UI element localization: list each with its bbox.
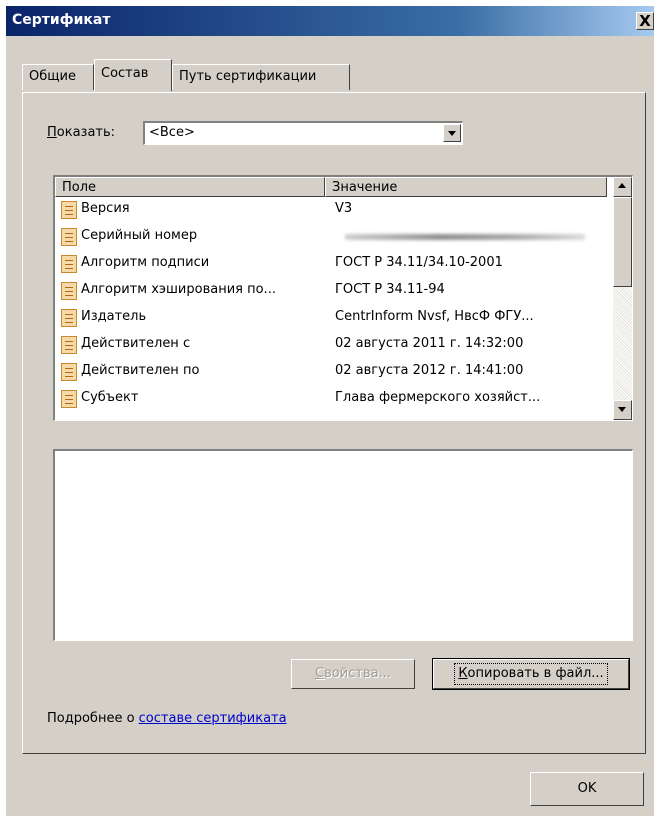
show-filter-value: <Все> <box>149 125 195 140</box>
field-name: Субъект <box>81 390 139 405</box>
copy-to-file-button[interactable]: Копировать в файл... <box>432 658 630 690</box>
field-name: Алгоритм хэширования по... <box>81 282 276 297</box>
focus-rectangle: Копировать в файл... <box>454 663 608 685</box>
chevron-down-icon <box>448 131 456 136</box>
field-name: Алгоритм подписи <box>81 255 210 270</box>
tab-details[interactable]: Состав <box>94 59 172 91</box>
certificate-details-link[interactable]: составе сертификата <box>139 711 287 726</box>
column-header-value[interactable]: Значение <box>325 177 607 197</box>
column-header-field[interactable]: Поле <box>55 177 325 197</box>
arrow-up-icon <box>618 183 626 188</box>
list-rows: Версия V3 Серийный номер Алгоритм подпис… <box>55 197 607 413</box>
show-label: Показать: <box>47 125 116 140</box>
scroll-down-button[interactable] <box>613 400 632 420</box>
details-panel: Показать: <Все> Поле Значение Версия V3 <box>22 92 646 754</box>
list-item[interactable]: Алгоритм хэширования по... ГОСТ Р 34.11-… <box>55 278 607 305</box>
field-name: Версия <box>81 201 130 216</box>
field-icon <box>61 309 77 327</box>
ok-button[interactable]: OK <box>530 772 644 806</box>
vertical-scrollbar[interactable] <box>613 177 632 420</box>
list-item[interactable]: Издатель CentrInform Nvsf, НвсФ ФГУ... <box>55 305 607 332</box>
field-icon <box>61 228 77 246</box>
scroll-up-button[interactable] <box>613 177 632 197</box>
field-icon <box>61 255 77 273</box>
redacted-serial-number <box>345 234 585 240</box>
window-title: Сертификат <box>12 12 111 28</box>
list-item[interactable]: Серийный номер <box>55 224 607 251</box>
show-filter-select[interactable]: <Все> <box>143 121 463 145</box>
certificate-dialog: Сертификат X Общие Состав Путь сертифика… <box>6 6 654 816</box>
field-value: CentrInform Nvsf, НвсФ ФГУ... <box>335 309 534 324</box>
list-item[interactable]: Действителен с 02 августа 2011 г. 14:32:… <box>55 332 607 359</box>
field-name: Серийный номер <box>81 228 198 243</box>
close-button[interactable]: X <box>636 12 654 30</box>
list-item[interactable]: Алгоритм подписи ГОСТ Р 34.11/34.10-2001 <box>55 251 607 278</box>
title-bar[interactable]: Сертификат X <box>6 6 654 36</box>
field-icon <box>61 201 77 219</box>
dropdown-button[interactable] <box>443 124 461 142</box>
field-value: 02 августа 2011 г. 14:32:00 <box>335 336 524 351</box>
field-value: 02 августа 2012 г. 14:41:00 <box>335 363 524 378</box>
field-value: V3 <box>335 201 353 216</box>
field-icon <box>61 390 77 408</box>
field-name: Действителен с <box>81 336 191 351</box>
list-item[interactable]: Версия V3 <box>55 197 607 224</box>
list-item[interactable]: Субъект Глава фермерского хозяйст... <box>55 386 607 413</box>
field-value: ГОСТ Р 34.11/34.10-2001 <box>335 255 503 270</box>
field-detail-textbox[interactable] <box>53 449 633 641</box>
fields-list[interactable]: Поле Значение Версия V3 Серийный номер А… <box>53 175 633 421</box>
tab-general[interactable]: Общие <box>22 64 94 90</box>
properties-button[interactable]: Свойства... <box>291 659 415 689</box>
field-name: Действителен по <box>81 363 200 378</box>
field-value: ГОСТ Р 34.11-94 <box>335 282 445 297</box>
list-item[interactable]: Действителен по 02 августа 2012 г. 14:41… <box>55 359 607 386</box>
field-value: Глава фермерского хозяйст... <box>335 390 541 405</box>
list-header: Поле Значение <box>55 177 607 197</box>
field-icon <box>61 363 77 381</box>
field-icon <box>61 336 77 354</box>
more-info-text: Подробнее о составе сертификата <box>47 711 287 726</box>
tab-certification-path[interactable]: Путь сертификации <box>172 64 350 90</box>
scrollbar-thumb[interactable] <box>613 197 632 287</box>
field-icon <box>61 282 77 300</box>
arrow-down-icon <box>618 407 626 412</box>
field-name: Издатель <box>81 309 147 324</box>
